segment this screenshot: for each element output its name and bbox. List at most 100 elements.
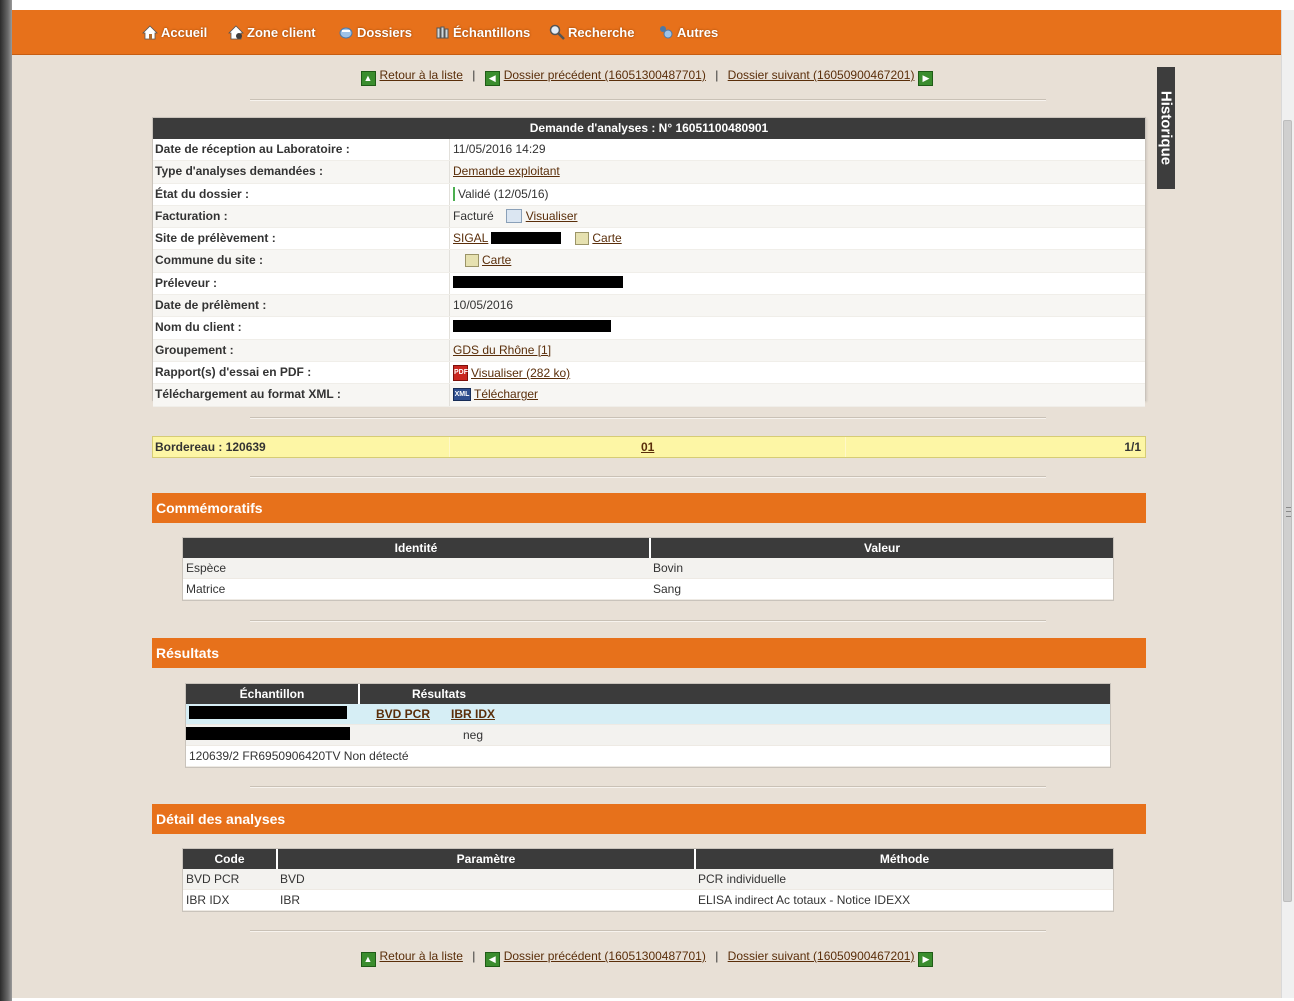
- nav-accueil[interactable]: Accueil: [142, 22, 207, 42]
- bordereau-label: Bordereau : 120639: [155, 440, 266, 454]
- scrollbar-grip-icon: [1286, 507, 1291, 517]
- previous-arrow-icon: ◀: [484, 71, 500, 86]
- next-record-link[interactable]: Dossier suivant (16050900467201): [728, 68, 915, 82]
- nav-zone-client-label: Zone client: [247, 24, 316, 40]
- previous-record-link[interactable]: Dossier précédent (16051300487701): [504, 949, 706, 963]
- table-cell: Bovin: [650, 558, 1113, 579]
- row-rapport-pdf: Rapport(s) d'essai en PDF : PDF Visualise…: [153, 361, 1145, 385]
- pdf-icon: PDF: [453, 364, 468, 381]
- nav-echantillons[interactable]: Échantillons: [434, 22, 530, 42]
- previous-record-link[interactable]: Dossier précédent (16051300487701): [504, 68, 706, 82]
- analysis-link-ibr-idx[interactable]: IBR IDX: [451, 707, 495, 721]
- separator: |: [715, 949, 719, 963]
- bordereau-pages: 1/1: [1124, 440, 1141, 454]
- resultats-header: Résultats: [152, 638, 1146, 668]
- row-label: Rapport(s) d'essai en PDF :: [155, 364, 312, 379]
- next-record-link[interactable]: Dossier suivant (16050900467201): [728, 949, 915, 963]
- row-preleveur: Préleveur :: [153, 272, 1145, 296]
- folder-icon: [338, 24, 354, 40]
- samples-icon: [434, 24, 450, 40]
- table-cell: PCR individuelle: [695, 869, 1113, 890]
- row-label: Nom du client :: [155, 320, 242, 335]
- historique-tab[interactable]: Historique: [1157, 67, 1175, 189]
- row-divider: [449, 250, 450, 272]
- nav-dossiers-label: Dossiers: [357, 24, 412, 40]
- row-label: État du dossier :: [155, 186, 250, 201]
- column-header: Paramètre: [277, 849, 696, 869]
- sampling-date-value: 10/05/2016: [453, 298, 514, 313]
- table-row: neg: [186, 724, 1110, 746]
- table-row: IBR IDX IBR ELISA indirect Ac totaux - N…: [183, 889, 1113, 911]
- row-label: Type d'analyses demandées :: [155, 164, 324, 179]
- redacted-block: [453, 275, 623, 288]
- row-label: Facturation :: [155, 208, 228, 223]
- commemoratifs-table: Identité Valeur Espèce Bovin Matrice San…: [182, 537, 1114, 601]
- status-value: Validé (12/05/16): [458, 186, 549, 201]
- table-row: Matrice Sang: [183, 578, 1113, 600]
- download-xml-link[interactable]: Télécharger: [474, 387, 538, 401]
- search-icon: [549, 24, 565, 40]
- bordereau-number-link[interactable]: 01: [641, 440, 654, 454]
- row-commune: Commune du site : Carte: [153, 250, 1145, 273]
- row-label: Groupement :: [155, 342, 234, 357]
- table-cell: Matrice: [183, 578, 650, 600]
- separator: |: [715, 68, 719, 82]
- record-navigation-bottom: ▲ Retour à la liste | ◀ Dossier précédent …: [12, 949, 1282, 967]
- table-cell: ELISA indirect Ac totaux - Notice IDEXX: [695, 889, 1113, 911]
- window-frame-left: [0, 0, 12, 1001]
- row-divider: [449, 272, 450, 295]
- row-telechargement-xml: Téléchargement au format XML : XML Téléch…: [153, 384, 1145, 407]
- nav-dossiers[interactable]: Dossiers: [338, 22, 412, 42]
- commune-map-link[interactable]: Carte: [482, 253, 511, 267]
- row-type-analyses: Type d'analyses demandées : Demande expl…: [153, 161, 1145, 184]
- back-to-list-link[interactable]: Retour à la liste: [380, 68, 463, 82]
- view-report-link[interactable]: Visualiser (282 ko): [471, 366, 570, 380]
- row-divider: [449, 361, 450, 384]
- site-link[interactable]: SIGAL: [453, 231, 488, 245]
- column-divider: [845, 437, 846, 457]
- detail-table: Code Paramètre Méthode BVD PCR BVD PCR i…: [182, 848, 1114, 912]
- row-label: Préleveur :: [155, 275, 218, 290]
- separator: |: [472, 68, 476, 82]
- row-site-prelevement: Site de prélèvement : SIGAL Carte: [153, 228, 1145, 251]
- map-icon: [575, 231, 590, 245]
- view-invoice-link[interactable]: Visualiser: [526, 209, 578, 223]
- table-cell: IBR IDX: [183, 889, 277, 911]
- nav-recherche[interactable]: Recherche: [549, 22, 634, 42]
- row-etat-dossier: État du dossier : Validé (12/05/16): [153, 183, 1145, 206]
- redacted-block: [491, 232, 562, 245]
- row-divider: [449, 205, 450, 228]
- detail-header: Détail des analyses: [152, 804, 1146, 834]
- nav-autres[interactable]: Autres: [658, 22, 718, 42]
- analysis-link-bvd-pcr[interactable]: BVD PCR: [376, 707, 430, 721]
- site-map-link[interactable]: Carte: [592, 231, 621, 245]
- group-link[interactable]: GDS du Rhône [1]: [453, 343, 551, 357]
- request-title: Demande d'analyses : N° 16051100480901: [153, 118, 1145, 139]
- redacted-block: [189, 706, 347, 719]
- request-rows: Date de réception au Laboratoire : 11/05…: [153, 139, 1145, 407]
- next-arrow-icon: ▶: [918, 71, 934, 86]
- redacted-block: [453, 320, 611, 333]
- back-to-list-icon: ▲: [360, 71, 376, 86]
- table-cell: BVD: [277, 869, 695, 890]
- table-cell: Sang: [650, 578, 1113, 600]
- table-row: Espèce Bovin: [183, 558, 1113, 579]
- record-navigation-top: ▲ Retour à la liste | ◀ Dossier précédent …: [12, 68, 1282, 86]
- sample-status: Non détecté: [343, 749, 409, 763]
- nav-accueil-label: Accueil: [161, 24, 208, 40]
- result-value: neg: [444, 724, 499, 746]
- row-date-reception: Date de réception au Laboratoire : 11/05…: [153, 139, 1145, 162]
- page: Accueil Zone client Dossiers Échantillon…: [12, 10, 1282, 998]
- analysis-type-link[interactable]: Demande exploitant: [453, 164, 560, 178]
- column-header: Identité: [183, 538, 651, 558]
- table-row: BVD PCR IBR IDX: [186, 704, 1110, 725]
- nav-zone-client[interactable]: Zone client: [228, 22, 316, 42]
- column-header: Échantillon: [186, 684, 360, 704]
- vertical-scrollbar[interactable]: [1281, 10, 1294, 998]
- previous-arrow-icon: ◀: [484, 952, 500, 967]
- map-icon: [465, 253, 479, 267]
- column-divider: [449, 437, 450, 457]
- row-groupement: Groupement : GDS du Rhône [1]: [153, 339, 1145, 362]
- back-to-list-link[interactable]: Retour à la liste: [380, 949, 463, 963]
- nav-autres-label: Autres: [677, 24, 719, 40]
